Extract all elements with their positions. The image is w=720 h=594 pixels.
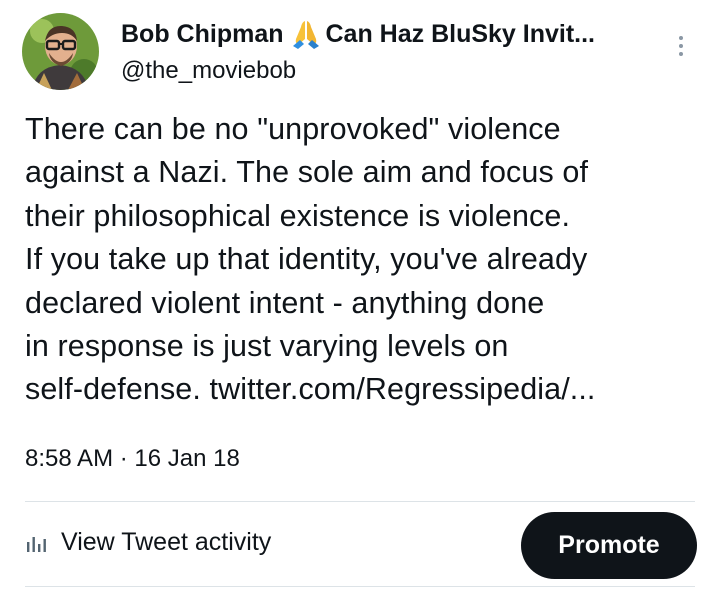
more-dot xyxy=(679,52,683,56)
tweet-line: against a Nazi. The sole aim and focus o… xyxy=(25,155,589,190)
tweet-line: There can be no "unprovoked" violence xyxy=(25,112,561,146)
tweet-line: declared violent intent - anything done xyxy=(25,285,545,320)
more-dot xyxy=(679,44,683,48)
bar-chart-icon xyxy=(25,532,47,554)
folded-hands-icon xyxy=(290,19,322,49)
author-handle[interactable]: @the_moviebob xyxy=(121,55,296,87)
tweet-date: 16 Jan 18 xyxy=(134,445,240,472)
tweet-line-with-link[interactable]: self-defense. twitter.com/Regressipedia/… xyxy=(25,368,695,411)
meta-separator: · xyxy=(119,445,128,472)
more-dot xyxy=(679,36,683,40)
promote-button[interactable]: Promote xyxy=(521,512,697,579)
tweet-line: in response is just varying levels on xyxy=(25,329,509,364)
view-activity-link[interactable]: View Tweet activity xyxy=(25,528,271,557)
divider xyxy=(25,586,695,587)
author-display-name[interactable]: Bob Chipman xyxy=(121,17,284,51)
view-activity-label: View Tweet activity xyxy=(61,528,272,556)
divider xyxy=(25,501,695,502)
tweet-text: There can be no "unprovoked" violence ag… xyxy=(25,108,695,412)
author-name-suffix[interactable]: Can Haz BluSky Invit... xyxy=(326,17,596,51)
tweet-line: their philosophical existence is violenc… xyxy=(25,198,571,233)
author-name-row[interactable]: Bob Chipman Can Haz BluSky Invit... xyxy=(121,17,661,51)
tweet-time: 8:58 AM xyxy=(25,445,114,472)
more-options-icon[interactable] xyxy=(666,26,696,66)
avatar[interactable] xyxy=(22,13,99,90)
tweet-timestamp[interactable]: 8:58 AM · 16 Jan 18 xyxy=(25,442,240,476)
tweet-line: If you take up that identity, you've alr… xyxy=(25,242,588,277)
